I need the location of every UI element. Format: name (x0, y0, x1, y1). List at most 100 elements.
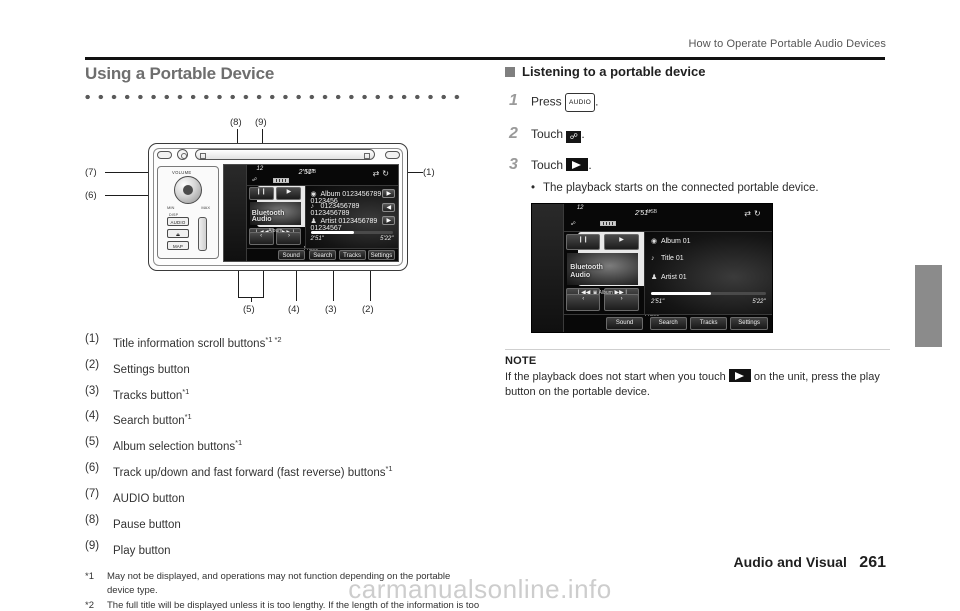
screenshot-album-controls: ‹ › (564, 293, 641, 314)
callout-7: (7) (85, 167, 97, 178)
running-head: How to Operate Portable Audio Devices (688, 38, 886, 50)
audio-button[interactable]: AUDIO (167, 217, 189, 226)
step-number: 1 (509, 92, 518, 109)
head-unit: VOLUME MIN MAX DISP AUDIO ⏏ MAP USB ☍ Se… (148, 143, 408, 271)
unit-left-vent (157, 151, 172, 159)
bullet-dot-icon: • (531, 182, 536, 194)
settings-button[interactable]: Settings (367, 249, 395, 260)
legend-number: (1) (85, 333, 100, 345)
footer-section: Audio and Visual (733, 554, 847, 570)
step-text: Press AUDIO. (531, 93, 890, 112)
pause-button[interactable]: ❙❙ (565, 233, 601, 251)
watermark: carmanualsonline.info (348, 574, 612, 604)
shuffle-repeat-icons: ⇄↻ (372, 168, 392, 178)
sound-button[interactable]: Sound (277, 249, 305, 260)
page-title: Using a Portable Device (85, 64, 275, 83)
scroll-button-album[interactable]: ▶ (382, 189, 396, 199)
play-button[interactable]: ▶ (276, 187, 302, 200)
dotted-divider (85, 93, 460, 103)
progress-bar[interactable] (310, 230, 394, 234)
legend-footnote-mark: *1 (235, 438, 243, 448)
battery-icon (273, 177, 290, 183)
volume-knob[interactable] (174, 176, 202, 204)
time-elapsed: 2'51" (650, 298, 665, 305)
note-title: NOTE (505, 355, 537, 367)
legend-item: (7) AUDIO button (85, 484, 480, 510)
legend-item: (6) Track up/down and fast forward (fast … (85, 458, 480, 484)
scroll-button-title[interactable]: ◀ (382, 202, 396, 212)
pause-button[interactable]: ❙❙ (248, 187, 274, 200)
progress-bar[interactable] (650, 291, 766, 295)
page-footer: Audio and Visual 261 (0, 554, 886, 572)
legend-text: Track up/down and fast forward (fast rev… (113, 464, 393, 479)
subsection-title: Listening to a portable device (522, 64, 706, 79)
search-button[interactable]: Search (309, 249, 337, 260)
battery-icon (599, 221, 616, 227)
callout-2: (2) (362, 304, 374, 315)
legend-footnote-mark: *1 (184, 412, 192, 422)
callout-6: (6) (85, 190, 97, 201)
artwork-line-1: Bluetooth (570, 264, 603, 272)
sound-button[interactable]: Sound (605, 316, 644, 331)
legend-footnote-mark: *1 (385, 464, 393, 474)
legend-number: (8) (85, 513, 100, 526)
display-info-panel: ◉ Album 0123456789 0123456 ♪ 0123456789 01… (304, 186, 398, 248)
legend-number: (6) (85, 462, 100, 475)
album-prev-button[interactable]: ‹ (565, 293, 601, 312)
legend-number: (7) (85, 487, 100, 500)
head-unit-figure: (8) (9) (7) (6) (1) (5) (4) (3) (2) VOLU… (85, 117, 480, 317)
legend-item: (4) Search button*1 (85, 406, 480, 432)
album-next-button[interactable]: › (276, 232, 302, 246)
step-text: Touch . (531, 158, 592, 172)
legend-item: (1) Title information scroll buttons*1 *2 (85, 329, 480, 355)
legend-text: Search button*1 (113, 412, 192, 428)
shuffle-repeat-icons: ⇄↻ (744, 208, 764, 218)
step-3: 3 Touch . (505, 157, 890, 174)
search-button[interactable]: Search (649, 316, 687, 331)
tracks-button[interactable]: Tracks (338, 249, 366, 260)
album-artwork: Bluetooth Audio (249, 202, 301, 226)
left-column: Using a Portable Device (8) (9) (7) (6) … (85, 62, 480, 611)
unit-display[interactable]: USB ☍ Setup Λ Phone 12 2'51" ⇄↻ ☍ ❙❙ ▶ (223, 164, 399, 262)
legend-number: (2) (85, 358, 100, 371)
legend-footnote-mark: *1 *2 (265, 335, 282, 344)
scroll-button-artist[interactable]: ▶ (382, 216, 396, 226)
legend-text: Tracks button*1 (113, 386, 190, 402)
step-3-note: • The playback starts on the connected p… (531, 182, 890, 194)
play-icon (566, 158, 589, 171)
note-body: If the playback does not start when you … (505, 369, 880, 398)
legend-text: Pause button (113, 518, 181, 531)
album-next-button[interactable]: › (604, 293, 639, 312)
screenshot-bottombar: Sound Search Tracks Settings (564, 314, 772, 332)
unit-right-vent (385, 151, 400, 159)
screenshot-wrapper: USB ☍ Setup Λ Phone 12 2'51" ⇄↻ ☍ ❙❙ ▶ B… (531, 203, 890, 333)
note-icon: ♪ (650, 255, 655, 263)
note-icon: ♪ (310, 203, 315, 211)
legend-item: (5) Album selection buttons*1 (85, 432, 480, 458)
tracks-button[interactable]: Tracks (689, 316, 728, 331)
settings-button[interactable]: Settings (730, 316, 768, 331)
album-artwork: Bluetooth Audio (567, 253, 639, 285)
audio-screen-screenshot[interactable]: USB ☍ Setup Λ Phone 12 2'51" ⇄↻ ☍ ❙❙ ▶ B… (531, 203, 773, 333)
legend-text: Settings button (113, 363, 190, 376)
map-button[interactable]: MAP (167, 241, 189, 250)
volume-label: VOLUME (172, 170, 192, 175)
step-text: Touch ☍. (531, 127, 585, 143)
volume-max-label: MAX (201, 205, 210, 210)
volume-min-label: MIN (167, 205, 175, 210)
square-bullet-icon (505, 66, 515, 77)
play-icon (728, 369, 751, 382)
step-2: 2 Touch ☍. (505, 126, 890, 143)
eject-button[interactable]: ⏏ (167, 229, 189, 238)
callout-8: (8) (230, 117, 242, 128)
track-number: 12 (256, 165, 264, 172)
legend-number: (5) (85, 436, 100, 449)
legend-text: Title information scroll buttons*1 *2 (113, 335, 282, 350)
album-prev-button[interactable]: ‹ (248, 232, 274, 246)
callout-4: (4) (288, 304, 300, 315)
time-total: 5'22" (380, 235, 394, 242)
aux-slot (198, 217, 207, 251)
callout-9: (9) (255, 117, 267, 128)
screenshot-topbar: 12 2'51" ⇄↻ ☍ (564, 204, 772, 233)
play-button[interactable]: ▶ (604, 233, 639, 251)
